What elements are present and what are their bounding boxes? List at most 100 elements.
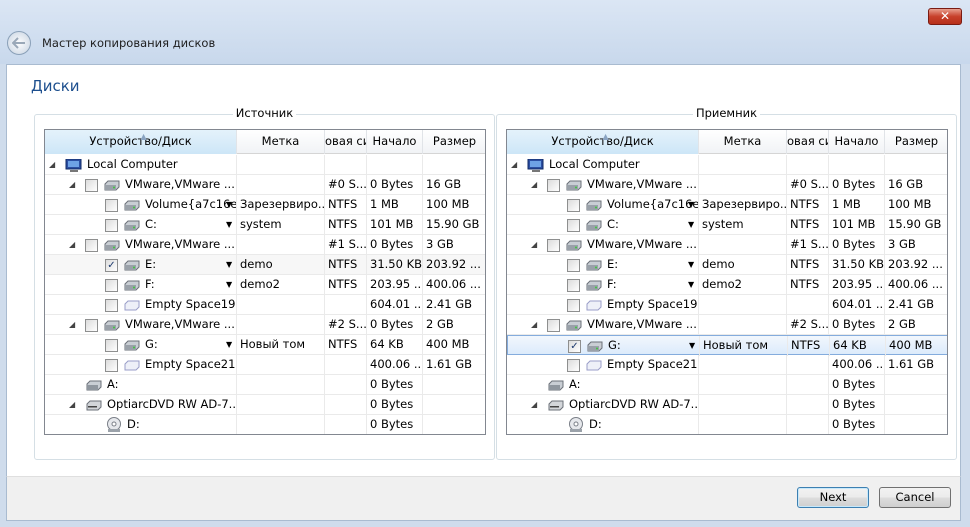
column-start-header[interactable]: Начало xyxy=(829,130,885,154)
row-checkbox[interactable] xyxy=(105,359,118,372)
row-checkbox[interactable] xyxy=(567,259,580,272)
cancel-button[interactable]: Cancel xyxy=(879,487,951,508)
target-disk-grid[interactable]: Устройство/Диск ▲ Метка овая си Начало Размер… xyxy=(506,129,948,435)
row-checkbox[interactable] xyxy=(105,279,118,292)
expand-toggle-icon[interactable]: ◢ xyxy=(531,175,537,194)
row-checkbox[interactable] xyxy=(567,359,580,372)
cell-filesystem xyxy=(325,375,367,395)
table-row[interactable]: G: ▼ Новый том NTFS 64 KB 400 MB xyxy=(45,335,485,355)
row-checkbox[interactable] xyxy=(547,179,560,192)
dropdown-arrow-icon[interactable]: ▼ xyxy=(688,215,694,234)
source-disk-grid[interactable]: Устройство/Диск ▲ Метка овая си Начало Размер… xyxy=(44,129,486,435)
column-filesystem-header[interactable]: овая си xyxy=(325,130,367,154)
table-row[interactable]: Empty Space21 400.06 ... 1.61 GB xyxy=(507,355,947,375)
expand-toggle-icon[interactable]: ◢ xyxy=(69,175,75,194)
row-checkbox[interactable] xyxy=(567,279,580,292)
cell-value: NTFS xyxy=(328,197,358,211)
row-checkbox[interactable] xyxy=(547,239,560,252)
table-row[interactable]: Volume{a7c16e...▼Зарезервиро...NTFS1 MB1… xyxy=(507,195,947,215)
table-row[interactable]: C: ▼ system NTFS 101 MB 15.90 GB xyxy=(507,215,947,235)
column-start-header[interactable]: Начало xyxy=(367,130,423,154)
expand-toggle-icon[interactable]: ◢ xyxy=(531,315,537,334)
cell-value xyxy=(325,417,328,431)
table-row[interactable]: A: 0 Bytes xyxy=(45,375,485,395)
cell-device: F: ▼ xyxy=(507,275,699,295)
row-name: F: xyxy=(145,277,155,291)
dropdown-arrow-icon[interactable]: ▼ xyxy=(226,335,232,354)
table-row[interactable]: E: ▼ demo NTFS 31.50 KB 203.92 ... xyxy=(507,255,947,275)
row-checkbox[interactable] xyxy=(105,299,118,312)
cell-label xyxy=(699,175,787,195)
back-button[interactable] xyxy=(7,31,31,55)
close-button[interactable]: ✕ xyxy=(928,8,962,25)
column-label-header[interactable]: Метка xyxy=(237,130,325,154)
table-row[interactable]: ◢ VMware,VMware ... #0 S... 0 Bytes 16 GB xyxy=(507,175,947,195)
row-checkbox[interactable] xyxy=(85,319,98,332)
dropdown-arrow-icon[interactable]: ▼ xyxy=(689,336,695,355)
table-row[interactable]: Volume{a7c16e...▼Зарезервиро...NTFS1 MB1… xyxy=(45,195,485,215)
cell-start: 0 Bytes xyxy=(367,175,423,195)
table-row[interactable]: ◢ Local Computer xyxy=(507,155,947,175)
table-row[interactable]: ✓ G: ▼ Новый том NTFS 64 KB 400 MB xyxy=(507,335,947,356)
expand-toggle-icon[interactable]: ◢ xyxy=(69,315,75,334)
table-row[interactable]: Empty Space21 400.06 ... 1.61 GB xyxy=(45,355,485,375)
cell-value: 31.50 KB xyxy=(832,257,885,271)
dropdown-arrow-icon[interactable]: ▼ xyxy=(688,195,694,214)
table-row[interactable]: ◢ VMware,VMware ... #2 S... 0 Bytes 2 GB xyxy=(45,315,485,335)
row-checkbox[interactable] xyxy=(567,299,580,312)
row-checkbox[interactable] xyxy=(85,179,98,192)
dropdown-arrow-icon[interactable]: ▼ xyxy=(226,195,232,214)
row-checkbox[interactable]: ✓ xyxy=(568,340,581,353)
hard-disk-icon xyxy=(103,179,121,195)
table-row[interactable]: ◢ VMware,VMware ... #2 S... 0 Bytes 2 GB xyxy=(507,315,947,335)
table-row[interactable]: ◢ VMware,VMware ... #1 S... 0 Bytes 3 GB xyxy=(45,235,485,255)
table-row[interactable]: Empty Space19 604.01 ... 2.41 GB xyxy=(507,295,947,315)
table-row[interactable]: C: ▼ system NTFS 101 MB 15.90 GB xyxy=(45,215,485,235)
dropdown-arrow-icon[interactable]: ▼ xyxy=(688,255,694,274)
column-size-header[interactable]: Размер xyxy=(423,130,485,154)
cell-filesystem: #0 S... xyxy=(787,175,829,195)
expand-toggle-icon[interactable]: ◢ xyxy=(69,395,75,414)
row-checkbox[interactable] xyxy=(105,339,118,352)
cell-value: 2.41 GB xyxy=(426,297,473,311)
row-checkbox[interactable] xyxy=(547,319,560,332)
table-row[interactable]: A: 0 Bytes xyxy=(507,375,947,395)
expand-toggle-icon[interactable]: ◢ xyxy=(511,155,517,174)
next-button[interactable]: Next xyxy=(797,487,869,508)
cell-device: Volume{a7c16e...▼ xyxy=(45,195,237,215)
expand-toggle-icon[interactable]: ◢ xyxy=(531,395,537,414)
row-checkbox[interactable] xyxy=(105,219,118,232)
row-checkbox[interactable] xyxy=(85,239,98,252)
cell-device: Empty Space21 xyxy=(507,355,699,375)
dropdown-arrow-icon[interactable]: ▼ xyxy=(688,275,694,294)
row-checkbox[interactable] xyxy=(567,219,580,232)
row-checkbox[interactable]: ✓ xyxy=(105,259,118,272)
dropdown-arrow-icon[interactable]: ▼ xyxy=(226,275,232,294)
table-row[interactable]: Empty Space19 604.01 ... 2.41 GB xyxy=(45,295,485,315)
table-row[interactable]: D: 0 Bytes xyxy=(507,415,947,434)
column-label-header[interactable]: Метка xyxy=(699,130,787,154)
column-device-header[interactable]: Устройство/Диск ▲ xyxy=(507,130,699,154)
table-row[interactable]: ◢ OptiarcDVD RW AD-7... 0 Bytes xyxy=(507,395,947,415)
expand-toggle-icon[interactable]: ◢ xyxy=(531,235,537,254)
table-row[interactable]: ◢ OptiarcDVD RW AD-7... 0 Bytes xyxy=(45,395,485,415)
row-checkbox[interactable] xyxy=(105,199,118,212)
cell-start: 604.01 ... xyxy=(367,295,423,315)
column-size-header[interactable]: Размер xyxy=(885,130,947,154)
row-checkbox[interactable] xyxy=(567,199,580,212)
column-device-header[interactable]: Устройство/Диск ▲ xyxy=(45,130,237,154)
table-row[interactable]: ✓ E: ▼ demo NTFS 31.50 KB 203.92 ... xyxy=(45,255,485,275)
expand-toggle-icon[interactable]: ◢ xyxy=(69,235,75,254)
table-row[interactable]: ◢ VMware,VMware ... #0 S... 0 Bytes 16 GB xyxy=(45,175,485,195)
table-row[interactable]: F: ▼ demo2 NTFS 203.95 ... 400.06 ... xyxy=(507,275,947,295)
table-row[interactable]: ◢ Local Computer xyxy=(45,155,485,175)
cell-value xyxy=(885,377,888,391)
column-filesystem-header[interactable]: овая си xyxy=(787,130,829,154)
table-row[interactable]: F: ▼ demo2 NTFS 203.95 ... 400.06 ... xyxy=(45,275,485,295)
dropdown-arrow-icon[interactable]: ▼ xyxy=(226,255,232,274)
table-row[interactable]: D: 0 Bytes xyxy=(45,415,485,434)
table-row[interactable]: ◢ VMware,VMware ... #1 S... 0 Bytes 3 GB xyxy=(507,235,947,255)
cell-filesystem: NTFS xyxy=(787,215,829,235)
dropdown-arrow-icon[interactable]: ▼ xyxy=(226,215,232,234)
expand-toggle-icon[interactable]: ◢ xyxy=(49,155,55,174)
